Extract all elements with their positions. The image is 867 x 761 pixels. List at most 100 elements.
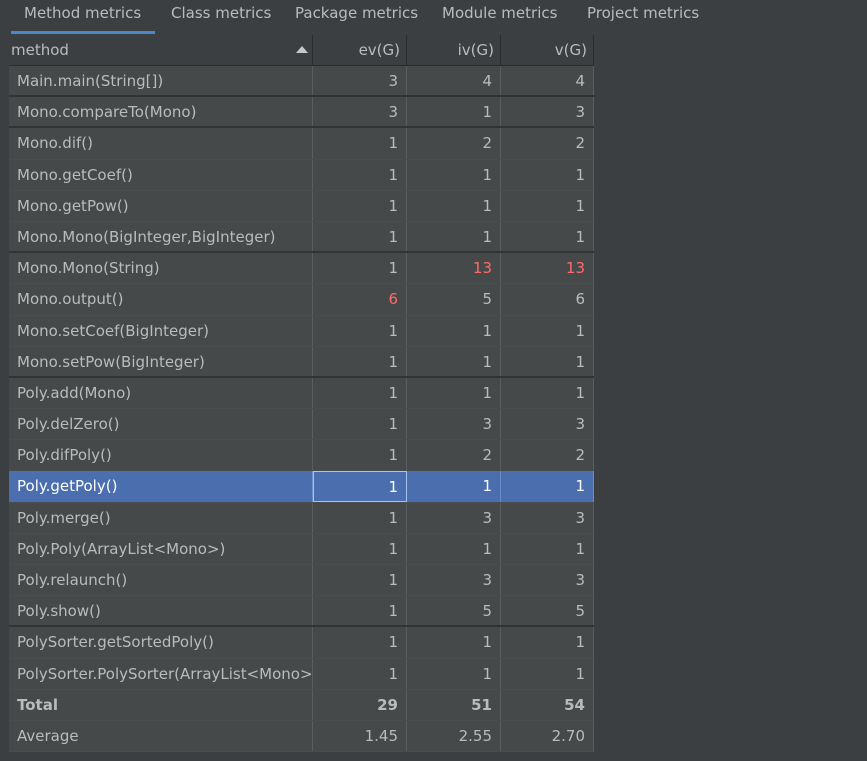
iv-cell: 1 <box>407 627 501 658</box>
v-cell: 2 <box>501 128 594 159</box>
column-header-label: iv(G) <box>457 41 494 59</box>
ev-cell: 1 <box>313 502 407 533</box>
iv-cell: 2 <box>407 440 501 471</box>
ev-cell: 1 <box>313 253 407 284</box>
column-header-iv[interactable]: iv(G) <box>407 35 501 65</box>
table-row[interactable]: Mono.Mono(String) 1 13 13 <box>9 253 594 285</box>
method-cell: Main.main(String[]) <box>9 66 313 96</box>
table-row[interactable]: Poly.Poly(ArrayList<Mono>) 1 1 1 <box>9 533 594 565</box>
iv-average: 2.55 <box>407 720 501 752</box>
table-row[interactable]: Mono.setPow(BigInteger) 1 1 1 <box>9 346 594 378</box>
iv-cell: 4 <box>407 66 501 96</box>
ev-cell: 1 <box>313 128 407 159</box>
table-row-total[interactable]: Total 29 51 54 <box>9 689 594 721</box>
v-cell: 1 <box>501 627 594 658</box>
method-cell: Mono.dif() <box>9 128 313 159</box>
iv-cell: 1 <box>407 377 501 409</box>
ev-cell: 1 <box>313 190 407 221</box>
v-cell: 1 <box>501 315 594 346</box>
column-header-method[interactable]: method <box>9 35 313 65</box>
iv-cell: 1 <box>407 471 501 502</box>
table-row[interactable]: Poly.difPoly() 1 2 2 <box>9 440 594 472</box>
ev-cell: 1 <box>313 658 407 689</box>
method-cell: Mono.Mono(BigInteger,BigInteger) <box>9 221 313 252</box>
column-header-ev[interactable]: ev(G) <box>313 35 407 65</box>
tab-project-metrics[interactable]: Project metrics <box>587 0 699 34</box>
table-row[interactable]: Main.main(String[]) 3 4 4 <box>9 66 594 98</box>
ev-cell: 1 <box>313 315 407 346</box>
ev-cell: 3 <box>313 66 407 96</box>
table-header: method ev(G) iv(G) v(G) <box>9 35 594 66</box>
iv-cell: 1 <box>407 315 501 346</box>
ev-cell: 3 <box>313 97 407 127</box>
table-row[interactable]: Mono.dif() 1 2 2 <box>9 128 594 160</box>
method-cell: Mono.output() <box>9 284 313 315</box>
tab-label: Package metrics <box>295 4 419 22</box>
method-cell: Mono.getPow() <box>9 190 313 221</box>
table-row-selected[interactable]: Poly.getPoly() 1 1 1 <box>9 471 594 503</box>
iv-total: 51 <box>407 689 501 720</box>
v-cell: 2 <box>501 440 594 471</box>
ev-cell-focused[interactable]: 1 <box>313 471 407 502</box>
iv-cell: 1 <box>407 533 501 564</box>
ev-cell: 1 <box>313 159 407 190</box>
method-cell: Poly.show() <box>9 596 313 626</box>
ev-cell: 1 <box>313 565 407 596</box>
v-cell: 3 <box>501 502 594 533</box>
method-cell: PolySorter.getSortedPoly() <box>9 627 313 658</box>
v-cell: 3 <box>501 97 594 127</box>
table-row[interactable]: Mono.Mono(BigInteger,BigInteger) 1 1 1 <box>9 221 594 254</box>
table-row[interactable]: Mono.compareTo(Mono) 3 1 3 <box>9 97 594 129</box>
table-row[interactable]: PolySorter.getSortedPoly() 1 1 1 <box>9 627 594 659</box>
ev-average: 1.45 <box>313 720 407 752</box>
method-cell: PolySorter.PolySorter(ArrayList<Mono>) <box>9 658 313 689</box>
method-cell: Poly.merge() <box>9 502 313 533</box>
column-header-label: v(G) <box>554 41 587 59</box>
v-cell: 1 <box>501 190 594 221</box>
iv-cell: 3 <box>407 565 501 596</box>
iv-cell: 1 <box>407 346 501 376</box>
v-cell: 1 <box>501 346 594 376</box>
table-row[interactable]: Poly.relaunch() 1 3 3 <box>9 565 594 597</box>
table-row-average[interactable]: Average 1.45 2.55 2.70 <box>9 720 594 753</box>
table-row[interactable]: Mono.getCoef() 1 1 1 <box>9 159 594 191</box>
iv-cell: 1 <box>407 97 501 127</box>
method-cell: Mono.Mono(String) <box>9 253 313 284</box>
ev-cell: 1 <box>313 627 407 658</box>
v-average: 2.70 <box>501 720 594 752</box>
v-cell: 13 <box>501 253 594 284</box>
v-cell: 5 <box>501 596 594 626</box>
table-row[interactable]: Poly.show() 1 5 5 <box>9 596 594 628</box>
ev-cell: 1 <box>313 221 407 252</box>
iv-cell: 5 <box>407 284 501 315</box>
v-cell: 3 <box>501 565 594 596</box>
tab-package-metrics[interactable]: Package metrics <box>295 0 418 34</box>
table-row[interactable]: PolySorter.PolySorter(ArrayList<Mono>) 1… <box>9 658 594 690</box>
v-cell: 6 <box>501 284 594 315</box>
column-header-v[interactable]: v(G) <box>501 35 594 65</box>
sort-ascending-icon <box>296 46 308 53</box>
tab-label: Class metrics <box>171 4 272 22</box>
tab-method-metrics[interactable]: Method metrics <box>11 0 155 34</box>
iv-cell: 1 <box>407 159 501 190</box>
tab-module-metrics[interactable]: Module metrics <box>442 0 557 34</box>
method-cell: Poly.relaunch() <box>9 565 313 596</box>
v-cell: 1 <box>501 471 594 502</box>
table-row[interactable]: Mono.output() 6 5 6 <box>9 284 594 316</box>
table-row[interactable]: Poly.delZero() 1 3 3 <box>9 409 594 441</box>
method-cell: Poly.difPoly() <box>9 440 313 471</box>
method-cell: Mono.getCoef() <box>9 159 313 190</box>
table-row[interactable]: Poly.add(Mono) 1 1 1 <box>9 377 594 410</box>
metrics-tab-bar: Method metrics Class metrics Package met… <box>0 0 867 34</box>
tab-class-metrics[interactable]: Class metrics <box>171 0 271 34</box>
table-row[interactable]: Poly.merge() 1 3 3 <box>9 502 594 534</box>
v-cell: 1 <box>501 377 594 409</box>
v-cell: 1 <box>501 533 594 564</box>
v-cell: 1 <box>501 658 594 689</box>
method-metrics-table: method ev(G) iv(G) v(G) Main.main(String… <box>9 35 594 753</box>
table-row[interactable]: Mono.setCoef(BigInteger) 1 1 1 <box>9 315 594 347</box>
table-row[interactable]: Mono.getPow() 1 1 1 <box>9 190 594 222</box>
method-cell: Mono.setCoef(BigInteger) <box>9 315 313 346</box>
iv-cell: 5 <box>407 596 501 626</box>
total-label: Total <box>9 689 313 720</box>
